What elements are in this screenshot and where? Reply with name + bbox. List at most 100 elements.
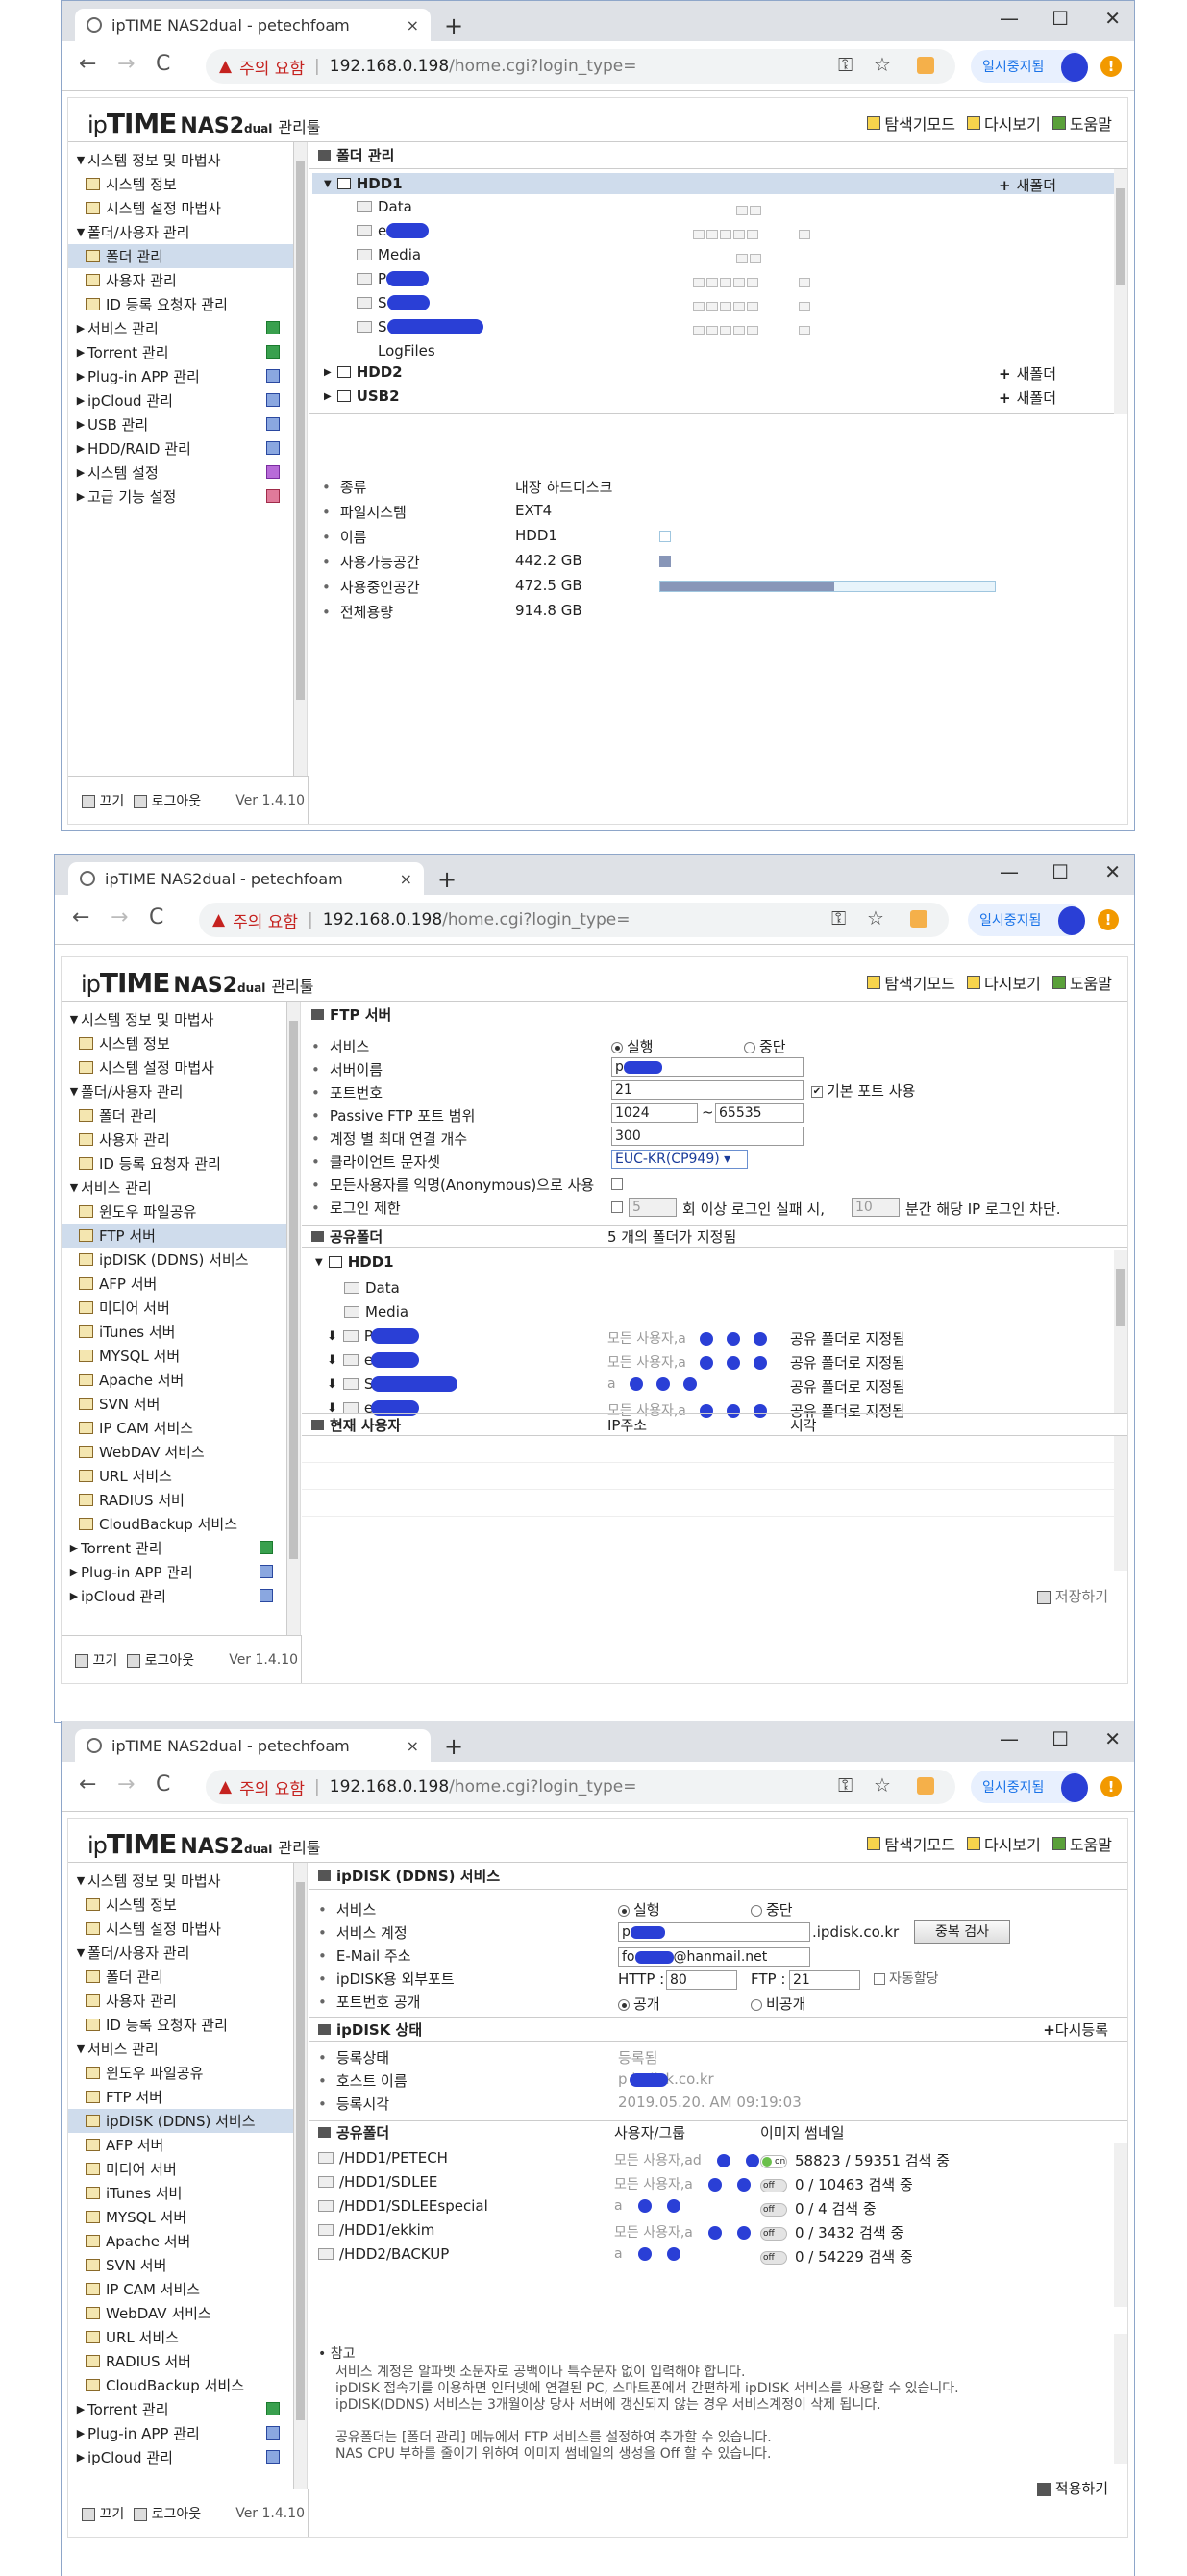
key-icon[interactable]: ⚿ [838, 1773, 853, 1796]
thumbnail-toggle[interactable]: off [760, 2226, 787, 2241]
folder-row[interactable]: Data [357, 198, 412, 215]
usb2-node[interactable]: ▶ USB2 [324, 387, 400, 405]
minimize-button[interactable]: — [1000, 7, 1019, 30]
power-off-button[interactable]: 끄기 [82, 2504, 124, 2523]
help-link[interactable]: 도움말 [1051, 1832, 1112, 1855]
sidebar-scrollbar[interactable] [294, 1863, 308, 2489]
login-limit-checkbox[interactable] [611, 1198, 627, 1215]
star-icon[interactable]: ☆ [874, 53, 891, 76]
sidebar-item[interactable]: 사용자 관리 [68, 268, 293, 292]
sidebar-item[interactable]: ID 등록 요청자 관리 [68, 2013, 293, 2037]
sidebar-item[interactable]: IP CAM 서비스 [62, 1416, 286, 1440]
key-icon[interactable]: ⚿ [831, 906, 846, 929]
new-tab-button[interactable]: + [444, 1733, 463, 1760]
service-stop-radio[interactable]: 중단 [744, 1036, 786, 1056]
sidebar-item[interactable]: ▼ 서비스 관리 [62, 1176, 286, 1200]
close-window-button[interactable]: ✕ [1104, 1727, 1121, 1750]
sidebar-item[interactable]: ▼ 폴더/사용자 관리 [68, 220, 293, 244]
sidebar-item[interactable]: RADIUS 서버 [68, 2349, 293, 2373]
extension-icon[interactable] [917, 57, 934, 74]
anonymous-checkbox[interactable] [611, 1175, 627, 1192]
new-tab-button[interactable]: + [444, 12, 463, 39]
new-tab-button[interactable]: + [437, 866, 457, 893]
profile-avatar[interactable] [1061, 1773, 1088, 1802]
new-folder-button-hdd2[interactable]: + 새폴더 [999, 363, 1056, 384]
server-name-input[interactable]: p [611, 1057, 804, 1077]
help-link[interactable]: 도움말 [1051, 111, 1112, 135]
shared-folder-row[interactable]: Data [302, 1277, 1114, 1300]
sidebar-item[interactable]: 시스템 설정 마법사 [68, 1917, 293, 1941]
extension-icon[interactable] [917, 1777, 934, 1795]
key-icon[interactable]: ⚿ [838, 53, 853, 76]
forward-button[interactable]: → [117, 1772, 135, 1796]
service-stop-radio[interactable]: 중단 [751, 1899, 793, 1920]
sidebar-item[interactable]: 미디어 서버 [62, 1296, 286, 1320]
refresh-link[interactable]: 다시보기 [966, 1832, 1041, 1855]
default-port-checkbox[interactable]: ✔ 기본 포트 사용 [811, 1080, 915, 1101]
sidebar-item[interactable]: MYSQL 서버 [68, 2205, 293, 2229]
sidebar-item[interactable]: 시스템 정보 [68, 1893, 293, 1917]
sidebar-item[interactable]: ▶ 고급 기능 설정 [68, 484, 293, 508]
maximize-button[interactable]: ☐ [1051, 7, 1069, 30]
reload-button[interactable]: C [156, 52, 170, 76]
browser-tab[interactable]: ipTIME NAS2dual - petechfoam × [68, 862, 424, 895]
sidebar-item[interactable]: IP CAM 서비스 [68, 2277, 293, 2301]
table-row[interactable]: /HDD2/BACKUP a off 0 / 54229 검색 중 [309, 2243, 1114, 2266]
back-button[interactable]: ← [72, 905, 89, 929]
duplicate-check-button[interactable]: 중복 검사 [914, 1920, 1010, 1944]
folder-row[interactable]: LogFiles [357, 342, 435, 359]
hdd1-row[interactable] [312, 173, 1114, 194]
tab-close-icon[interactable]: × [407, 1737, 419, 1755]
sidebar-item[interactable]: ▶ ipCloud 관리 [68, 388, 293, 412]
save-button[interactable]: 저장하기 [1037, 1586, 1108, 1606]
re-register-button[interactable]: +다시등록 [1043, 2019, 1108, 2040]
sidebar-item[interactable]: WebDAV 서비스 [68, 2301, 293, 2325]
extension-icon[interactable] [910, 910, 927, 928]
hdd1-node[interactable]: ▼ HDD1 [315, 1253, 394, 1271]
login-fail-count-input[interactable]: 5 [629, 1198, 677, 1217]
security-warning[interactable]: 주의 요함 [239, 55, 305, 79]
sidebar-item[interactable]: ▼ 시스템 정보 및 마법사 [62, 1007, 286, 1031]
sidebar-item[interactable]: AFP 서버 [68, 2133, 293, 2157]
security-warning[interactable]: 주의 요함 [239, 1775, 305, 1799]
new-folder-button-usb2[interactable]: + 새폴더 [999, 387, 1056, 408]
sidebar-item[interactable]: ▶ Plug-in APP 관리 [68, 2421, 293, 2445]
sidebar-item[interactable]: 시스템 정보 [68, 172, 293, 196]
shared-scrollbar[interactable] [1114, 2143, 1127, 2307]
sidebar-item[interactable]: 시스템 정보 [62, 1031, 286, 1055]
charset-select[interactable]: EUC-KR(CP949) ▾ [611, 1150, 748, 1169]
sidebar-item[interactable]: URL 서비스 [62, 1464, 286, 1488]
reload-button[interactable]: C [149, 905, 163, 929]
sidebar-item[interactable]: ▶ Plug-in APP 관리 [62, 1560, 286, 1584]
sidebar-item[interactable]: Apache 서버 [68, 2229, 293, 2253]
close-window-button[interactable]: ✕ [1104, 860, 1121, 883]
sidebar-item[interactable]: 폴더 관리 [68, 244, 293, 268]
sidebar-item[interactable]: iTunes 서버 [68, 2181, 293, 2205]
reload-button[interactable]: C [156, 1772, 170, 1796]
explorer-mode-link[interactable]: 탐색기모드 [867, 971, 955, 994]
logout-button[interactable]: 로그아웃 [134, 2504, 201, 2523]
forward-button[interactable]: → [117, 52, 135, 76]
profile-avatar[interactable] [1058, 906, 1085, 935]
browser-tab[interactable]: ipTIME NAS2dual - petechfoam × [75, 1729, 431, 1762]
sidebar-item[interactable]: CloudBackup 서비스 [62, 1512, 286, 1536]
shared-folder-row[interactable]: ⬇ S a 공유 폴더로 지정됨 [302, 1374, 1114, 1397]
port-input[interactable]: 21 [611, 1080, 804, 1100]
explorer-mode-link[interactable]: 탐색기모드 [867, 1832, 955, 1855]
browser-tab[interactable]: ipTIME NAS2dual - petechfoam × [75, 9, 431, 41]
sidebar-item[interactable]: WebDAV 서비스 [62, 1440, 286, 1464]
sidebar-item[interactable]: ▼ 서비스 관리 [68, 2037, 293, 2061]
sidebar-item[interactable]: 사용자 관리 [62, 1127, 286, 1152]
refresh-link[interactable]: 다시보기 [966, 111, 1041, 135]
http-port-input[interactable]: 80 [666, 1970, 737, 1990]
thumbnail-toggle[interactable]: off [760, 2202, 787, 2217]
thumbnail-toggle[interactable]: off [760, 2250, 787, 2265]
back-button[interactable]: ← [79, 52, 96, 76]
thumbnail-toggle[interactable]: off [760, 2178, 787, 2192]
ftp-port-input[interactable]: 21 [789, 1970, 860, 1990]
maximize-button[interactable]: ☐ [1051, 1727, 1069, 1750]
minimize-button[interactable]: — [1000, 860, 1019, 883]
max-connections-input[interactable]: 300 [611, 1127, 804, 1146]
passive-port-to-input[interactable]: 65535 [715, 1103, 804, 1123]
sidebar-item[interactable]: ▶ ipCloud 관리 [62, 1584, 286, 1608]
